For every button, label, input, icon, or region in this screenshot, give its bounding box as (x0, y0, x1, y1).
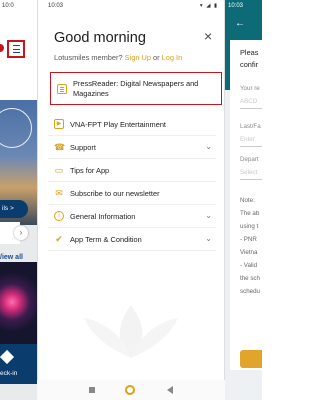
info-icon: i (54, 211, 64, 221)
status-icons: ▾ ◢ ▮ (199, 3, 218, 9)
fireworks-photo[interactable] (0, 262, 37, 344)
support-icon: ☎ (54, 142, 66, 152)
last-name-input[interactable]: Enter (240, 136, 255, 143)
submit-button[interactable] (240, 350, 262, 368)
back-icon[interactable] (167, 386, 173, 394)
field-underline (240, 108, 262, 109)
menu-item-label: App Term & Condition (70, 235, 142, 244)
menu-list: PressReader: Digital Newspapers and Maga… (38, 66, 224, 251)
note-line: schedu (240, 288, 260, 295)
hamburger-menu-button[interactable] (7, 40, 25, 58)
member-question: Lotusmiles member? (54, 53, 123, 62)
android-nav-bar (37, 380, 225, 400)
field-label: Depart (240, 156, 259, 163)
menu-icon (13, 52, 20, 54)
note-line: - PNR (240, 236, 257, 243)
log-in-link[interactable]: Log In (162, 53, 183, 62)
member-prompt: Lotusmiles member? Sign Up or Log In (54, 53, 182, 62)
next-arrow-button[interactable]: › (14, 226, 28, 240)
mail-icon: ✉ (55, 188, 63, 198)
status-bar: 10:03 ▾ ◢ ▮ (38, 0, 224, 12)
note-line: The ab (240, 210, 260, 217)
menu-item-label: VNA-FPT Play Entertainment (70, 120, 166, 129)
status-time: 10:0 (2, 3, 14, 9)
menu-drawer: 10:03 ▾ ◢ ▮ Good morning × Lotusmiles me… (37, 0, 225, 400)
note-line: Vietna (240, 249, 258, 256)
note-line: using t (240, 223, 259, 230)
view-all-link[interactable]: /iew all (0, 254, 23, 261)
sign-up-link[interactable]: Sign Up (125, 53, 151, 62)
menu-item-support[interactable]: ☎ Support ⌄ (48, 136, 216, 159)
back-arrow-icon[interactable]: ← (235, 18, 245, 29)
play-icon: ▶ (54, 119, 64, 129)
recent-apps-icon[interactable] (89, 387, 95, 393)
form-title: confir (240, 60, 259, 69)
chevron-down-icon[interactable]: ⌄ (205, 142, 212, 151)
shield-icon: ✔ (55, 234, 63, 244)
menu-item-fpt-play[interactable]: ▶ VNA-FPT Play Entertainment (48, 113, 216, 136)
menu-spacer (48, 105, 216, 113)
status-time: 10:03 (48, 3, 64, 9)
chevron-down-icon[interactable]: ⌄ (205, 234, 212, 243)
field-underline (240, 146, 262, 147)
home-screen-fragment: 10:0 ils > › /iew all eck-in (0, 0, 37, 400)
menu-item-label: PressReader: Digital Newspapers and Maga… (73, 79, 199, 98)
menu-item-terms[interactable]: ✔ App Term & Condition ⌄ (48, 228, 216, 251)
note-line: - Valid (240, 262, 258, 269)
menu-item-newsletter[interactable]: ✉ Subscribe to our newsletter (48, 182, 216, 205)
menu-item-tips[interactable]: ▭ Tips for App (48, 159, 216, 182)
note-label: Note: (240, 197, 255, 204)
close-icon[interactable]: × (204, 28, 212, 44)
home-icon[interactable] (125, 385, 135, 395)
tips-icon: ▭ (54, 165, 64, 175)
newspaper-icon (57, 84, 67, 94)
greeting-title: Good morning (54, 30, 146, 46)
booking-code-input[interactable]: ABCD (240, 98, 257, 105)
menu-item-label: Support (70, 143, 96, 152)
lotus-watermark-icon (84, 305, 178, 358)
menu-icon (13, 45, 20, 47)
menu-item-label: Subscribe to our newsletter (70, 189, 160, 198)
menu-item-label: General Information (70, 212, 136, 221)
menu-item-pressreader[interactable]: PressReader: Digital Newspapers and Maga… (50, 72, 222, 105)
confirm-booking-fragment: 10:03 ← Pleas confir Your re ABCD Last/F… (225, 0, 262, 400)
chevron-down-icon[interactable]: ⌄ (205, 211, 212, 220)
field-underline (240, 179, 262, 180)
status-time: 10:03 (228, 3, 244, 9)
check-in-label: eck-in (0, 370, 18, 377)
or-text: or (153, 53, 160, 62)
form-title: Pleas (240, 48, 259, 57)
details-pill[interactable]: ils > (0, 200, 28, 218)
departure-select[interactable]: Select (240, 169, 257, 176)
menu-icon (13, 48, 20, 50)
field-label: Last/Fa (240, 123, 261, 130)
note-line: the sch (240, 275, 260, 282)
menu-item-label: Tips for App (70, 166, 110, 175)
field-label: Your re (240, 85, 260, 92)
menu-item-general-info[interactable]: i General Information ⌄ (48, 205, 216, 228)
